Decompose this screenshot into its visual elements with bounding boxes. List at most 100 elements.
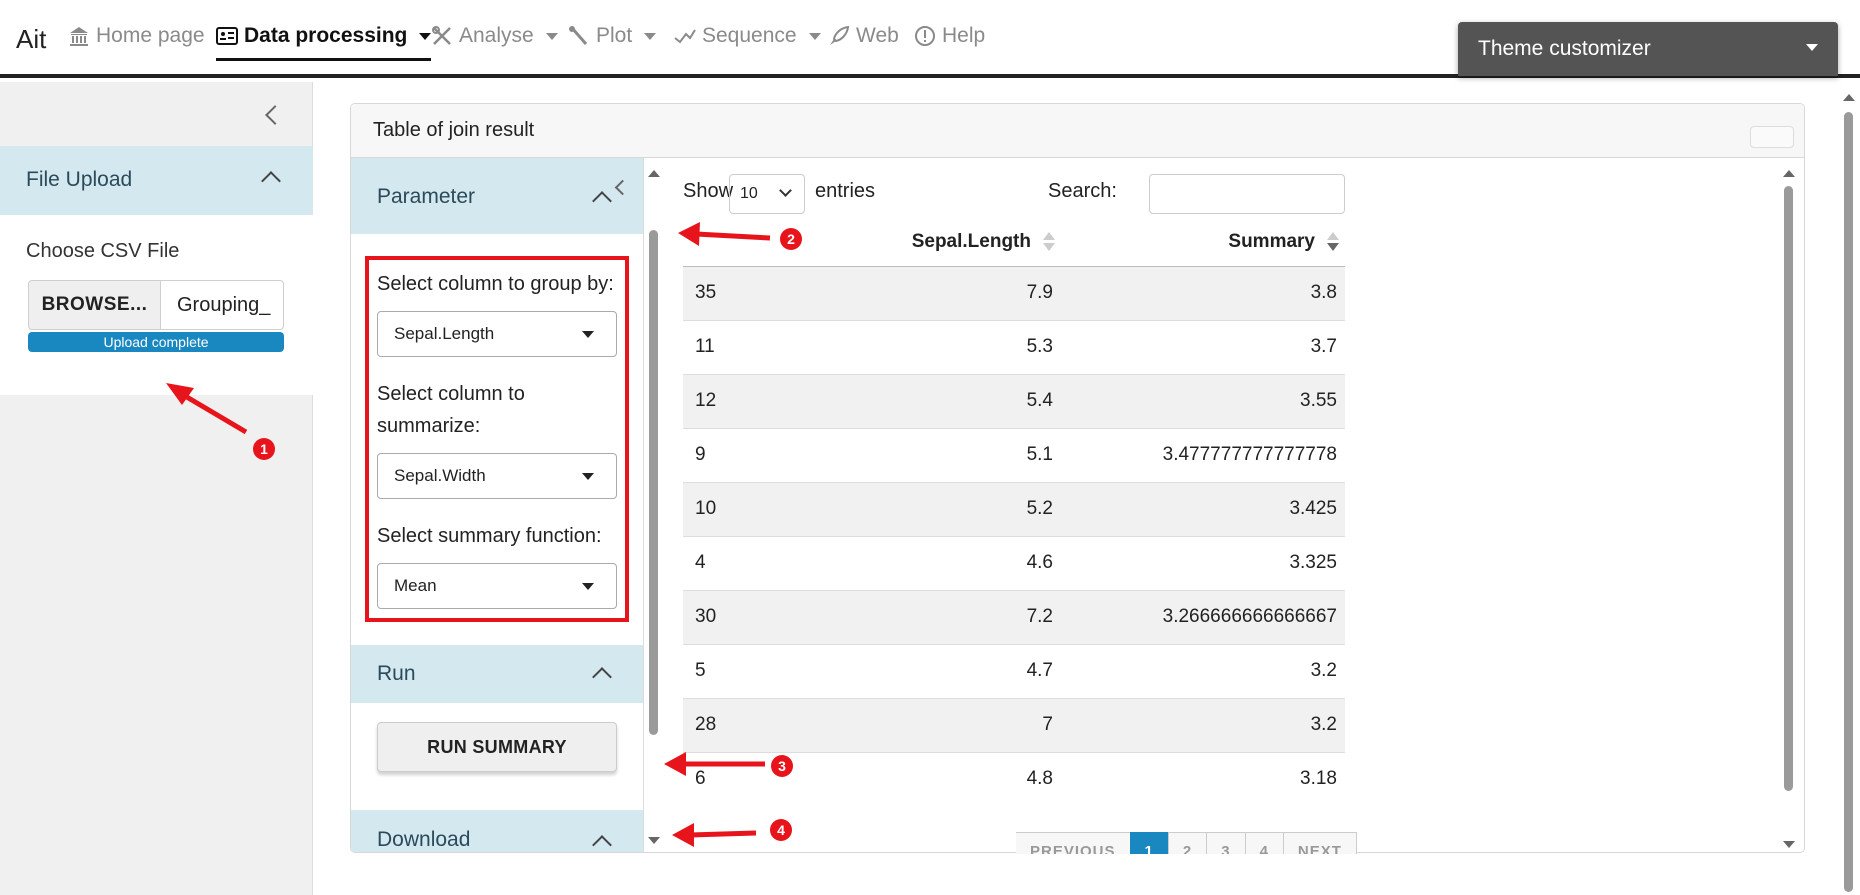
nav-analyse[interactable]: Analyse	[431, 24, 558, 48]
function-select[interactable]: Mean	[377, 563, 617, 609]
summarize-select[interactable]: Sepal.Width	[377, 453, 617, 499]
scrollbar-thumb[interactable]	[1784, 186, 1793, 791]
card-tool-button[interactable]	[1750, 126, 1794, 148]
nav-plot[interactable]: Plot	[568, 24, 657, 48]
nav-label: Plot	[596, 24, 633, 47]
theme-customizer-label: Theme customizer	[1478, 37, 1651, 60]
page-size-value: 10	[740, 185, 758, 202]
table-cell: 3.7	[1061, 319, 1345, 374]
chevron-up-icon	[592, 667, 612, 687]
file-name-field[interactable]: Grouping_	[160, 280, 284, 330]
annotation-badge-1: 1	[253, 438, 275, 460]
scrollbar-thumb[interactable]	[649, 230, 658, 735]
table-cell: 3.8	[1061, 265, 1345, 320]
table-cell: 5.4	[743, 373, 1061, 428]
pager-page-4[interactable]: 4	[1244, 832, 1284, 854]
nav-data-processing[interactable]: Data processing	[216, 24, 432, 61]
function-value: Mean	[394, 576, 437, 595]
chevron-down-icon	[1806, 44, 1818, 51]
search-input[interactable]	[1149, 174, 1345, 214]
table-cell: 4.6	[743, 535, 1061, 590]
join-result-card: Table of join result Parameter Select co…	[350, 103, 1805, 853]
dna-icon	[674, 29, 696, 44]
navbar: Ait Home page Data processing Analyse Pl…	[0, 0, 1860, 78]
table-row: 5 4.7 3.2	[683, 643, 1345, 698]
nav-label: Help	[942, 24, 986, 47]
table-cell: 11	[683, 319, 743, 374]
download-header[interactable]: Download	[351, 810, 643, 852]
chevron-down-icon	[582, 583, 594, 590]
theme-customizer-button[interactable]: Theme customizer	[1458, 22, 1838, 76]
pager-previous[interactable]: PREVIOUS	[1016, 832, 1131, 854]
table-cell: 5.1	[743, 427, 1061, 482]
pager-page-3[interactable]: 3	[1206, 832, 1246, 854]
chevron-up-icon	[261, 171, 281, 191]
nav-label: Analyse	[459, 24, 534, 47]
info-circle-icon	[915, 26, 935, 46]
show-label: Show	[683, 180, 734, 202]
pager-next[interactable]: NEXT	[1282, 832, 1357, 854]
file-upload-title: File Upload	[26, 168, 133, 191]
sidebar: File Upload	[0, 82, 313, 895]
collapse-sidebar-icon[interactable]	[265, 105, 285, 125]
parameter-scrollbar[interactable]	[645, 158, 663, 852]
run-title: Run	[377, 662, 416, 685]
scroll-down-icon[interactable]	[648, 837, 660, 844]
chevron-down-icon	[419, 32, 432, 40]
table-cell: 5.2	[743, 481, 1061, 536]
table-cell: 4	[683, 535, 743, 590]
id-card-icon	[216, 27, 238, 45]
pager-page-2[interactable]: 2	[1167, 832, 1208, 854]
bank-icon	[70, 27, 88, 46]
collapse-parameter-icon[interactable]	[614, 179, 631, 196]
group-by-select[interactable]: Sepal.Length	[377, 311, 617, 357]
nav-home-page[interactable]: Home page	[68, 24, 205, 48]
chevron-down-icon	[779, 184, 792, 197]
entries-label: entries	[815, 180, 876, 202]
nav-help[interactable]: Help	[914, 24, 985, 48]
brand[interactable]: Ait	[16, 24, 46, 55]
nav-label: Home page	[96, 24, 205, 47]
page-size-select[interactable]: 10	[729, 174, 805, 214]
table-scrollbar[interactable]	[1780, 158, 1798, 848]
chevron-down-icon	[545, 32, 558, 40]
file-upload-header[interactable]: File Upload	[0, 146, 313, 215]
group-by-label: Select column to group by:	[377, 273, 614, 295]
annotation-badge-4: 4	[770, 819, 792, 841]
nav-sequence[interactable]: Sequence	[674, 24, 821, 48]
wrench-icon	[569, 26, 588, 45]
column-header-label: Summary	[1228, 230, 1315, 252]
table-cell: 3.266666666666667	[1061, 589, 1345, 644]
browse-button[interactable]: BROWSE...	[28, 280, 161, 330]
search-label: Search:	[1048, 180, 1117, 202]
scroll-up-icon[interactable]	[1783, 170, 1795, 177]
column-header-label: Sepal.Length	[911, 230, 1031, 252]
page-scrollbar[interactable]	[1840, 82, 1858, 895]
scroll-up-icon[interactable]	[648, 170, 660, 177]
table-cell: 10	[683, 481, 743, 536]
parameter-header[interactable]: Parameter	[351, 158, 643, 234]
scroll-down-icon[interactable]	[1783, 841, 1795, 848]
scroll-up-icon[interactable]	[1843, 94, 1855, 101]
annotation-badge-3: 3	[771, 755, 793, 777]
run-summary-button[interactable]: RUN SUMMARY	[377, 722, 617, 772]
summarize-label: Select column to summarize:	[377, 383, 525, 437]
table-row: 4 4.6 3.325	[683, 535, 1345, 590]
sort-icon	[1043, 232, 1055, 254]
annotation-badge-2: 2	[780, 228, 802, 250]
column-header-index[interactable]	[683, 218, 743, 267]
nav-web[interactable]: Web	[828, 24, 899, 48]
table-cell: 6	[683, 751, 743, 806]
table-cell: 12	[683, 373, 743, 428]
table-cell: 3.55	[1061, 373, 1345, 428]
table-row: 12 5.4 3.55	[683, 373, 1345, 428]
pager-page-1[interactable]: 1	[1129, 832, 1169, 854]
scrollbar-thumb[interactable]	[1844, 112, 1853, 892]
run-header[interactable]: Run	[351, 645, 643, 703]
table-cell: 7	[743, 697, 1061, 752]
column-header-summary[interactable]: Summary	[1061, 218, 1345, 267]
table-cell: 5.3	[743, 319, 1061, 374]
table-row: 28 7 3.2	[683, 697, 1345, 752]
chevron-up-icon	[592, 191, 612, 211]
nav-label: Web	[856, 24, 899, 47]
